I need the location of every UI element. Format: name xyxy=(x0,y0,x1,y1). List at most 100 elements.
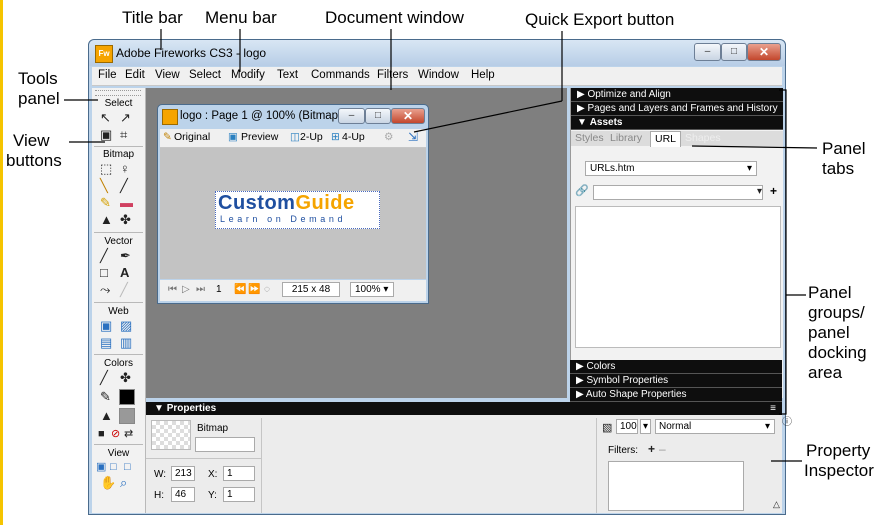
opacity-dropdown[interactable]: ▾ xyxy=(640,419,651,434)
last-frame-icon[interactable]: ⏭ xyxy=(196,284,205,295)
height-input[interactable]: 46 xyxy=(171,487,195,502)
rectangle-tool-icon[interactable]: □ xyxy=(100,266,108,280)
first-frame-icon[interactable]: ⏮ xyxy=(168,284,177,295)
blend-mode-select[interactable]: Normal ▾ xyxy=(655,419,775,434)
marquee-tool-icon[interactable]: ⬚ xyxy=(100,162,112,176)
slice-tool-icon[interactable]: ▨ xyxy=(120,319,132,333)
knife-tool-icon[interactable]: ╱ xyxy=(120,283,128,297)
url-input[interactable] xyxy=(593,185,763,200)
line-tool-icon[interactable]: ╱ xyxy=(100,249,108,263)
eyedropper-tool-icon[interactable]: ╱ xyxy=(100,371,108,385)
freeform-tool-icon[interactable]: ⤳ xyxy=(100,283,110,297)
menu-text[interactable]: Text xyxy=(277,69,298,81)
add-filter-icon[interactable]: + xyxy=(648,442,655,456)
logo-bitmap[interactable]: CustomGuide Learn on Demand xyxy=(215,191,380,229)
stroke-color-swatch[interactable] xyxy=(119,389,135,405)
crop-tool-icon[interactable]: ⌗ xyxy=(120,128,127,142)
minimize-button[interactable]: – xyxy=(694,43,721,61)
add-url-icon[interactable]: + xyxy=(770,184,777,198)
document-title: logo : Page 1 @ 100% (Bitmap) xyxy=(180,110,342,122)
opacity-input[interactable]: 100 xyxy=(616,419,638,434)
text-tool-icon[interactable]: A xyxy=(120,266,129,280)
y-input[interactable]: 1 xyxy=(223,487,255,502)
tab-shapes[interactable]: Shapes xyxy=(685,132,721,144)
x-input[interactable]: 1 xyxy=(223,466,255,481)
full-screen-mode-icon[interactable]: □ xyxy=(124,460,131,474)
menu-select[interactable]: Select xyxy=(189,69,221,81)
collapse-inspector-icon[interactable]: △ xyxy=(773,497,780,511)
menu-edit[interactable]: Edit xyxy=(125,69,145,81)
doc-minimize-button[interactable]: – xyxy=(338,108,365,124)
tab-url[interactable]: URL xyxy=(650,131,682,147)
hand-tool-icon[interactable]: ✋ xyxy=(100,476,116,490)
next-frame-icon[interactable]: ⏩ xyxy=(248,284,260,295)
pages-panel-header[interactable]: ▶ Pages and Layers and Frames and Histor… xyxy=(571,102,783,116)
doc-maximize-button[interactable]: □ xyxy=(365,108,391,124)
tab-library[interactable]: Library xyxy=(610,132,642,144)
menu-modify[interactable]: Modify xyxy=(231,69,265,81)
paint-bucket-tool-icon[interactable]: ✤ xyxy=(120,371,131,385)
menu-commands[interactable]: Commands xyxy=(311,69,370,81)
url-list[interactable] xyxy=(575,206,781,348)
remove-filter-icon[interactable]: – xyxy=(659,442,666,456)
loop-icon[interactable]: ◌ xyxy=(264,284,270,295)
optimize-panel-header[interactable]: ▶ Optimize and Align xyxy=(571,88,783,102)
menu-window[interactable]: Window xyxy=(418,69,459,81)
close-button[interactable]: ✕ xyxy=(747,43,781,61)
properties-header[interactable]: ▼ Properties ≡ xyxy=(146,402,782,415)
blur-tool-icon[interactable]: ▲ xyxy=(100,213,113,227)
optimize-icon[interactable]: ⚙ xyxy=(384,131,393,143)
2up-view-button[interactable]: 2-Up xyxy=(300,131,323,143)
url-dropdown-icon[interactable]: ▾ xyxy=(757,185,762,199)
play-icon[interactable]: ▷ xyxy=(182,284,190,295)
url-library-select[interactable]: URLs.htm ▾ xyxy=(585,161,757,176)
tab-styles[interactable]: Styles xyxy=(575,132,604,144)
filters-list[interactable] xyxy=(608,461,744,511)
magic-wand-tool-icon[interactable]: ╲ xyxy=(100,179,108,193)
standard-screen-mode-icon[interactable]: ▣ xyxy=(96,460,106,474)
zoom-tool-icon[interactable]: ⌕ xyxy=(120,476,127,490)
4up-view-button[interactable]: 4-Up xyxy=(342,131,365,143)
maximize-button[interactable]: □ xyxy=(721,43,747,61)
preview-view-button[interactable]: Preview xyxy=(241,131,278,143)
pointer-tool-icon[interactable]: ↖ xyxy=(100,111,111,125)
tools-grip[interactable] xyxy=(95,90,141,96)
subselection-tool-icon[interactable]: ↗ xyxy=(120,111,131,125)
menu-filters[interactable]: Filters xyxy=(377,69,408,81)
swap-colors-icon[interactable]: ⇄ xyxy=(124,427,133,441)
eraser-tool-icon[interactable]: ▬ xyxy=(120,196,133,210)
pencil-tool-icon[interactable]: ✎ xyxy=(100,196,111,210)
hotspot-tool-icon[interactable]: ▣ xyxy=(100,319,112,333)
rubber-stamp-tool-icon[interactable]: ✤ xyxy=(120,213,131,227)
width-input[interactable]: 213 xyxy=(171,466,195,481)
previous-frame-icon[interactable]: ⏪ xyxy=(234,284,246,295)
doc-close-button[interactable]: ✕ xyxy=(391,108,425,124)
no-stroke-fill-icon[interactable]: ⊘ xyxy=(111,427,120,441)
stroke-color-icon[interactable]: ✎ xyxy=(100,390,111,404)
symbol-properties-panel-header[interactable]: ▶ Symbol Properties xyxy=(570,374,782,388)
menu-file[interactable]: File xyxy=(98,69,117,81)
help-icon[interactable]: ⓘ xyxy=(782,416,792,430)
menu-view[interactable]: View xyxy=(155,69,180,81)
title-bar[interactable]: Fw Adobe Fireworks CS3 - logo – □ ✕ xyxy=(89,40,785,66)
fill-color-icon[interactable]: ▲ xyxy=(100,409,113,423)
document-canvas[interactable]: CustomGuide Learn on Demand xyxy=(160,148,426,279)
menu-help[interactable]: Help xyxy=(471,69,495,81)
panel-options-icon[interactable]: ≡ xyxy=(770,402,776,415)
full-screen-menus-icon[interactable]: □ xyxy=(110,460,117,474)
original-view-button[interactable]: Original xyxy=(174,131,210,143)
zoom-level-select[interactable]: 100% ▾ xyxy=(350,282,394,297)
auto-shape-properties-panel-header[interactable]: ▶ Auto Shape Properties xyxy=(570,388,782,402)
show-slices-icon[interactable]: ▥ xyxy=(120,336,132,350)
default-colors-icon[interactable]: ■ xyxy=(98,427,105,441)
lasso-tool-icon[interactable]: ♀ xyxy=(120,162,130,176)
scale-tool-icon[interactable]: ▣ xyxy=(100,128,112,142)
quick-export-button-icon[interactable]: ⇲ xyxy=(408,130,418,144)
object-name-input[interactable] xyxy=(195,437,255,452)
fill-color-swatch[interactable] xyxy=(119,408,135,424)
hide-slices-icon[interactable]: ▤ xyxy=(100,336,112,350)
colors-panel-header[interactable]: ▶ Colors xyxy=(570,360,782,374)
assets-panel-header[interactable]: ▼ Assets xyxy=(571,116,783,130)
brush-tool-icon[interactable]: ╱ xyxy=(120,179,128,193)
pen-tool-icon[interactable]: ✒ xyxy=(120,249,131,263)
